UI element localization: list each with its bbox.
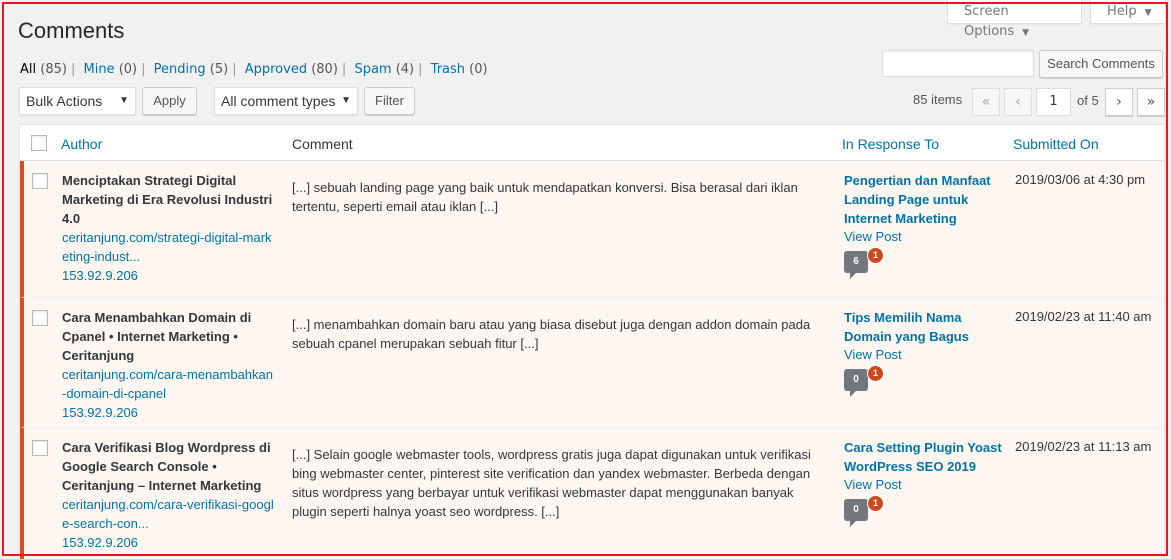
filter-all[interactable]: All [20, 62, 36, 77]
filter-pending[interactable]: Pending [154, 62, 206, 77]
column-in-response-to[interactable]: In Response To [842, 136, 939, 152]
search-input[interactable] [882, 50, 1034, 77]
bulk-actions-value: Bulk Actions [26, 93, 103, 109]
filter-mine-count: (0) [118, 62, 138, 77]
filter-spam-count: (4) [395, 62, 415, 77]
column-author[interactable]: Author [61, 136, 102, 152]
filter-mine[interactable]: Mine [83, 62, 114, 77]
table-row: Menciptakan Strategi Digital Marketing d… [20, 161, 1164, 298]
row-checkbox[interactable] [32, 173, 48, 189]
view-post-link[interactable]: View Post [844, 347, 902, 362]
caret-down-icon: ▼ [1144, 8, 1152, 18]
author-ip-link[interactable]: 153.92.9.206 [62, 533, 138, 552]
total-pages: of 5 [1077, 93, 1099, 108]
pending-count-badge[interactable]: 1 [867, 365, 884, 382]
author-ip-link[interactable]: 153.92.9.206 [62, 403, 138, 422]
bulk-actions-select[interactable]: Bulk Actions ▼ [19, 87, 136, 115]
filter-all-count: (85) [40, 62, 67, 77]
submitted-date: 2019/02/23 at 11:40 am [1015, 309, 1152, 324]
comment-types-value: All comment types [221, 93, 336, 109]
filter-pending-count: (5) [209, 62, 229, 77]
status-filters: All (85) | Mine (0) | Pending (5) | Approve… [20, 62, 488, 77]
approved-comments-bubble[interactable]: 0 [844, 369, 868, 397]
table-header: Author Comment In Response To Submitted … [20, 125, 1164, 161]
caret-down-icon: ▼ [341, 95, 351, 106]
author-url-link[interactable]: ceritanjung.com/strategi-digital-marketi… [62, 228, 274, 266]
comment-text: [...] menambahkan domain baru atau yang … [292, 317, 811, 351]
column-submitted-on[interactable]: Submitted On [1013, 136, 1099, 152]
filter-trash[interactable]: Trash [431, 62, 465, 77]
search-comments-button[interactable]: Search Comments [1039, 50, 1163, 78]
comment-types-select[interactable]: All comment types ▼ [214, 87, 358, 115]
approved-comments-bubble[interactable]: 6 [844, 251, 868, 279]
submitted-date: 2019/02/23 at 11:13 am [1015, 439, 1152, 454]
table-row: Cara Menambahkan Domain di Cpanel • Inte… [20, 298, 1164, 428]
row-checkbox[interactable] [32, 440, 48, 456]
filter-approved[interactable]: Approved [245, 62, 307, 77]
author-url-link[interactable]: ceritanjung.com/cara-verifikasi-google-s… [62, 495, 274, 533]
pending-count-badge[interactable]: 1 [867, 247, 884, 264]
table-row: Cara Verifikasi Blog Wordpress di Google… [20, 428, 1164, 559]
page-title: Comments [18, 18, 125, 43]
select-all-checkbox[interactable] [31, 135, 47, 151]
prev-page-button: ‹ [1004, 88, 1032, 116]
author-name: Cara Menambahkan Domain di Cpanel • Inte… [62, 310, 252, 363]
comment-text: [...] sebuah landing page yang baik untu… [292, 180, 798, 214]
view-post-link[interactable]: View Post [844, 229, 902, 244]
view-post-link[interactable]: View Post [844, 477, 902, 492]
first-page-button: « [972, 88, 1000, 116]
comment-text: [...] Selain google webmaster tools, wor… [292, 447, 811, 519]
caret-down-icon: ▼ [1022, 28, 1030, 38]
submitted-date: 2019/03/06 at 4:30 pm [1015, 172, 1146, 187]
current-page-input[interactable]: 1 [1036, 88, 1071, 116]
author-ip-link[interactable]: 153.92.9.206 [62, 266, 138, 285]
response-post-link[interactable]: Pengertian dan Manfaat Landing Page untu… [844, 171, 1004, 228]
approved-comments-bubble[interactable]: 0 [844, 499, 868, 527]
filter-approved-count: (80) [311, 62, 338, 77]
help-button[interactable]: Help ▼ [1090, 0, 1166, 24]
items-count: 85 items [913, 92, 963, 107]
author-url-link[interactable]: ceritanjung.com/cara-menambahkan-domain-… [62, 365, 274, 403]
author-name: Menciptakan Strategi Digital Marketing d… [62, 173, 273, 226]
caret-down-icon: ▼ [119, 95, 129, 106]
author-name: Cara Verifikasi Blog Wordpress di Google… [62, 440, 271, 493]
last-page-button[interactable]: » [1137, 88, 1165, 116]
filter-button[interactable]: Filter [364, 87, 415, 115]
filter-trash-count: (0) [469, 62, 488, 77]
pending-count-badge[interactable]: 1 [867, 495, 884, 512]
screen-options-label: Screen Options [964, 4, 1015, 39]
help-label: Help [1107, 4, 1137, 19]
filter-spam[interactable]: Spam [354, 62, 391, 77]
comments-table: Author Comment In Response To Submitted … [19, 124, 1165, 559]
response-post-link[interactable]: Cara Setting Plugin Yoast WordPress SEO … [844, 438, 1004, 476]
column-comment: Comment [292, 136, 353, 152]
row-checkbox[interactable] [32, 310, 48, 326]
apply-button[interactable]: Apply [142, 87, 197, 115]
response-post-link[interactable]: Tips Memilih Nama Domain yang Bagus [844, 308, 1004, 346]
screen-options-button[interactable]: Screen Options ▼ [947, 0, 1082, 39]
next-page-button[interactable]: › [1105, 88, 1133, 116]
